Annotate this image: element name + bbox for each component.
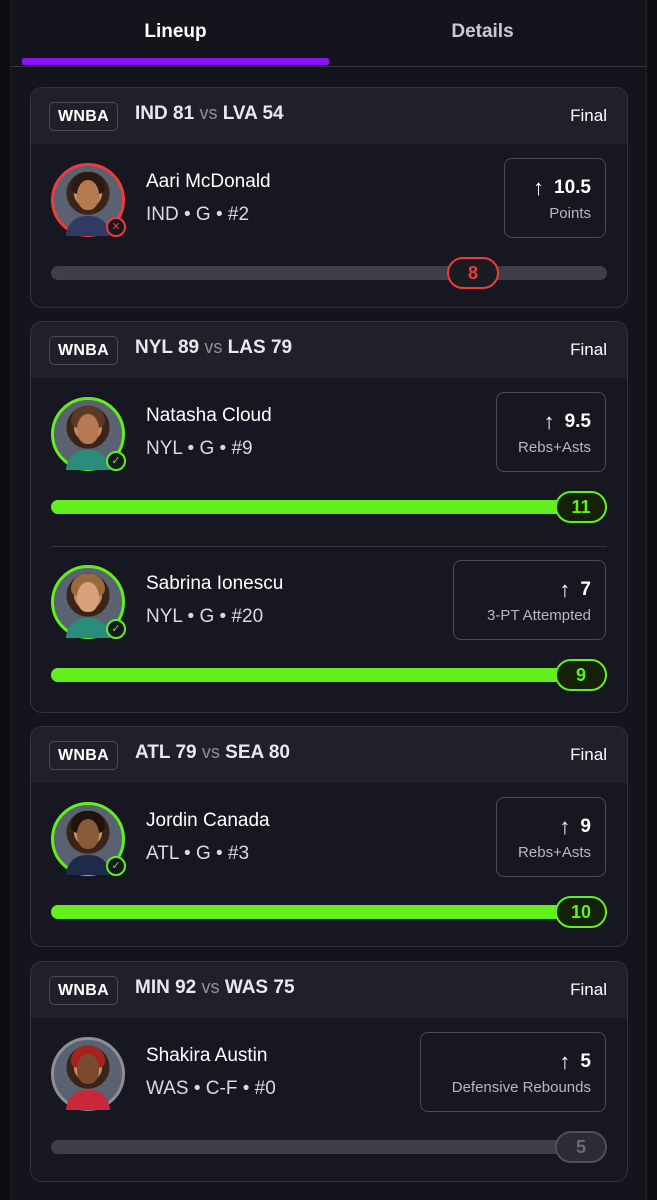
line-value: 10.5 <box>554 176 591 198</box>
line-value: 5 <box>580 1050 591 1072</box>
arrow-up-icon: ↑ <box>543 408 555 434</box>
stat-label: Defensive Rebounds <box>451 1078 591 1096</box>
player-name: Natasha Cloud <box>146 405 272 426</box>
player-pick-row[interactable]: ✓ Jordin Canada ATL • G • #3 ↑ 9 Rebs+Ast… <box>31 783 627 946</box>
arrow-up-icon: ↑ <box>533 174 545 200</box>
player-meta: WAS • C-F • #0 <box>146 1078 276 1099</box>
stat-line-box[interactable]: ↑ 9 Rebs+Asts <box>496 797 606 877</box>
player-meta: ATL • G • #3 <box>146 843 250 864</box>
player-pick-row[interactable]: ✓ Natasha Cloud NYL • G • #9 ↑ 9.5 Rebs+A… <box>31 378 627 546</box>
check-circle-icon: ✓ <box>106 856 126 876</box>
matchup-score: NYL 89 vs LAS 79 <box>135 337 293 358</box>
game-header: WNBA NYL 89 vs LAS 79 Final <box>31 322 627 378</box>
progress-track: 5 <box>51 1131 607 1163</box>
active-tab-indicator <box>22 58 329 65</box>
stat-label: 3-PT Attempted <box>487 606 591 624</box>
arrow-up-icon: ↑ <box>559 1048 571 1074</box>
player-pick-row[interactable]: ✓ Sabrina Ionescu NYL • G • #20 ↑ 7 3-PT … <box>31 546 627 712</box>
player-name: Aari McDonald <box>146 171 271 192</box>
progress-track: 10 <box>51 896 607 928</box>
player-meta: NYL • G • #20 <box>146 606 264 627</box>
player-avatar: ✓ <box>51 802 126 876</box>
player-avatar: ✕ <box>51 163 126 237</box>
progress-track: 11 <box>51 491 607 523</box>
player-meta: IND • G • #2 <box>146 204 250 225</box>
game-status: Final <box>570 745 607 764</box>
progress-fill <box>51 668 607 682</box>
stat-label: Rebs+Asts <box>518 843 591 861</box>
row-divider <box>51 546 607 547</box>
check-circle-icon: ✓ <box>106 451 126 471</box>
league-badge: WNBA <box>49 976 118 1005</box>
game-header: WNBA ATL 79 vs SEA 80 Final <box>31 727 627 783</box>
game-status: Final <box>570 340 607 359</box>
game-status: Final <box>570 106 607 125</box>
game-card: WNBA MIN 92 vs WAS 75 Final Shakira Aust… <box>30 961 628 1182</box>
progress-track: 9 <box>51 659 607 691</box>
league-badge: WNBA <box>49 102 118 131</box>
stat-line-box[interactable]: ↑ 7 3-PT Attempted <box>453 560 606 640</box>
actual-value-pill: 8 <box>447 257 499 289</box>
matchup-score: IND 81 vs LVA 54 <box>135 103 284 124</box>
player-meta: NYL • G • #9 <box>146 438 253 459</box>
game-card: WNBA IND 81 vs LVA 54 Final ✕ Aari McDon… <box>30 87 628 308</box>
actual-value-pill: 9 <box>555 659 607 691</box>
game-header: WNBA IND 81 vs LVA 54 Final <box>31 88 627 144</box>
progress-fill <box>51 500 607 514</box>
actual-value-pill: 11 <box>555 491 607 523</box>
matchup-score: MIN 92 vs WAS 75 <box>135 977 295 998</box>
stat-line-box[interactable]: ↑ 9.5 Rebs+Asts <box>496 392 606 472</box>
line-value: 9.5 <box>564 410 591 432</box>
line-value: 9 <box>580 815 591 837</box>
matchup-score: ATL 79 vs SEA 80 <box>135 742 290 763</box>
stat-label: Points <box>549 204 591 222</box>
game-status: Final <box>570 980 607 999</box>
game-card: WNBA ATL 79 vs SEA 80 Final ✓ Jordin Can… <box>30 726 628 947</box>
progress-track: 8 <box>51 257 607 289</box>
progress-fill <box>51 905 607 919</box>
tab-bar: Lineup Details <box>10 0 647 68</box>
player-avatar: ✓ <box>51 397 126 471</box>
player-name: Sabrina Ionescu <box>146 573 284 594</box>
line-value: 7 <box>580 578 591 600</box>
player-pick-row[interactable]: Shakira Austin WAS • C-F • #0 ↑ 5 Defensi… <box>31 1018 627 1181</box>
player-name: Jordin Canada <box>146 810 270 831</box>
stat-label: Rebs+Asts <box>518 438 591 456</box>
player-name: Shakira Austin <box>146 1045 268 1066</box>
game-card: WNBA NYL 89 vs LAS 79 Final ✓ Natasha Cl… <box>30 321 628 713</box>
arrow-up-icon: ↑ <box>559 813 571 839</box>
player-avatar: ✓ <box>51 565 126 639</box>
player-pick-row[interactable]: ✕ Aari McDonald IND • G • #2 ↑ 10.5 Point… <box>31 144 627 307</box>
tab-lineup[interactable]: Lineup <box>22 0 329 64</box>
tab-divider <box>10 66 647 67</box>
actual-value-pill: 10 <box>555 896 607 928</box>
game-header: WNBA MIN 92 vs WAS 75 Final <box>31 962 627 1018</box>
stat-line-box[interactable]: ↑ 5 Defensive Rebounds <box>420 1032 606 1112</box>
stat-line-box[interactable]: ↑ 10.5 Points <box>504 158 606 238</box>
check-circle-icon: ✓ <box>106 619 126 639</box>
tab-details[interactable]: Details <box>329 0 636 64</box>
actual-value-pill: 5 <box>555 1131 607 1163</box>
league-badge: WNBA <box>49 741 118 770</box>
x-circle-icon: ✕ <box>106 217 126 237</box>
player-avatar <box>51 1037 125 1111</box>
arrow-up-icon: ↑ <box>559 576 571 602</box>
league-badge: WNBA <box>49 336 118 365</box>
